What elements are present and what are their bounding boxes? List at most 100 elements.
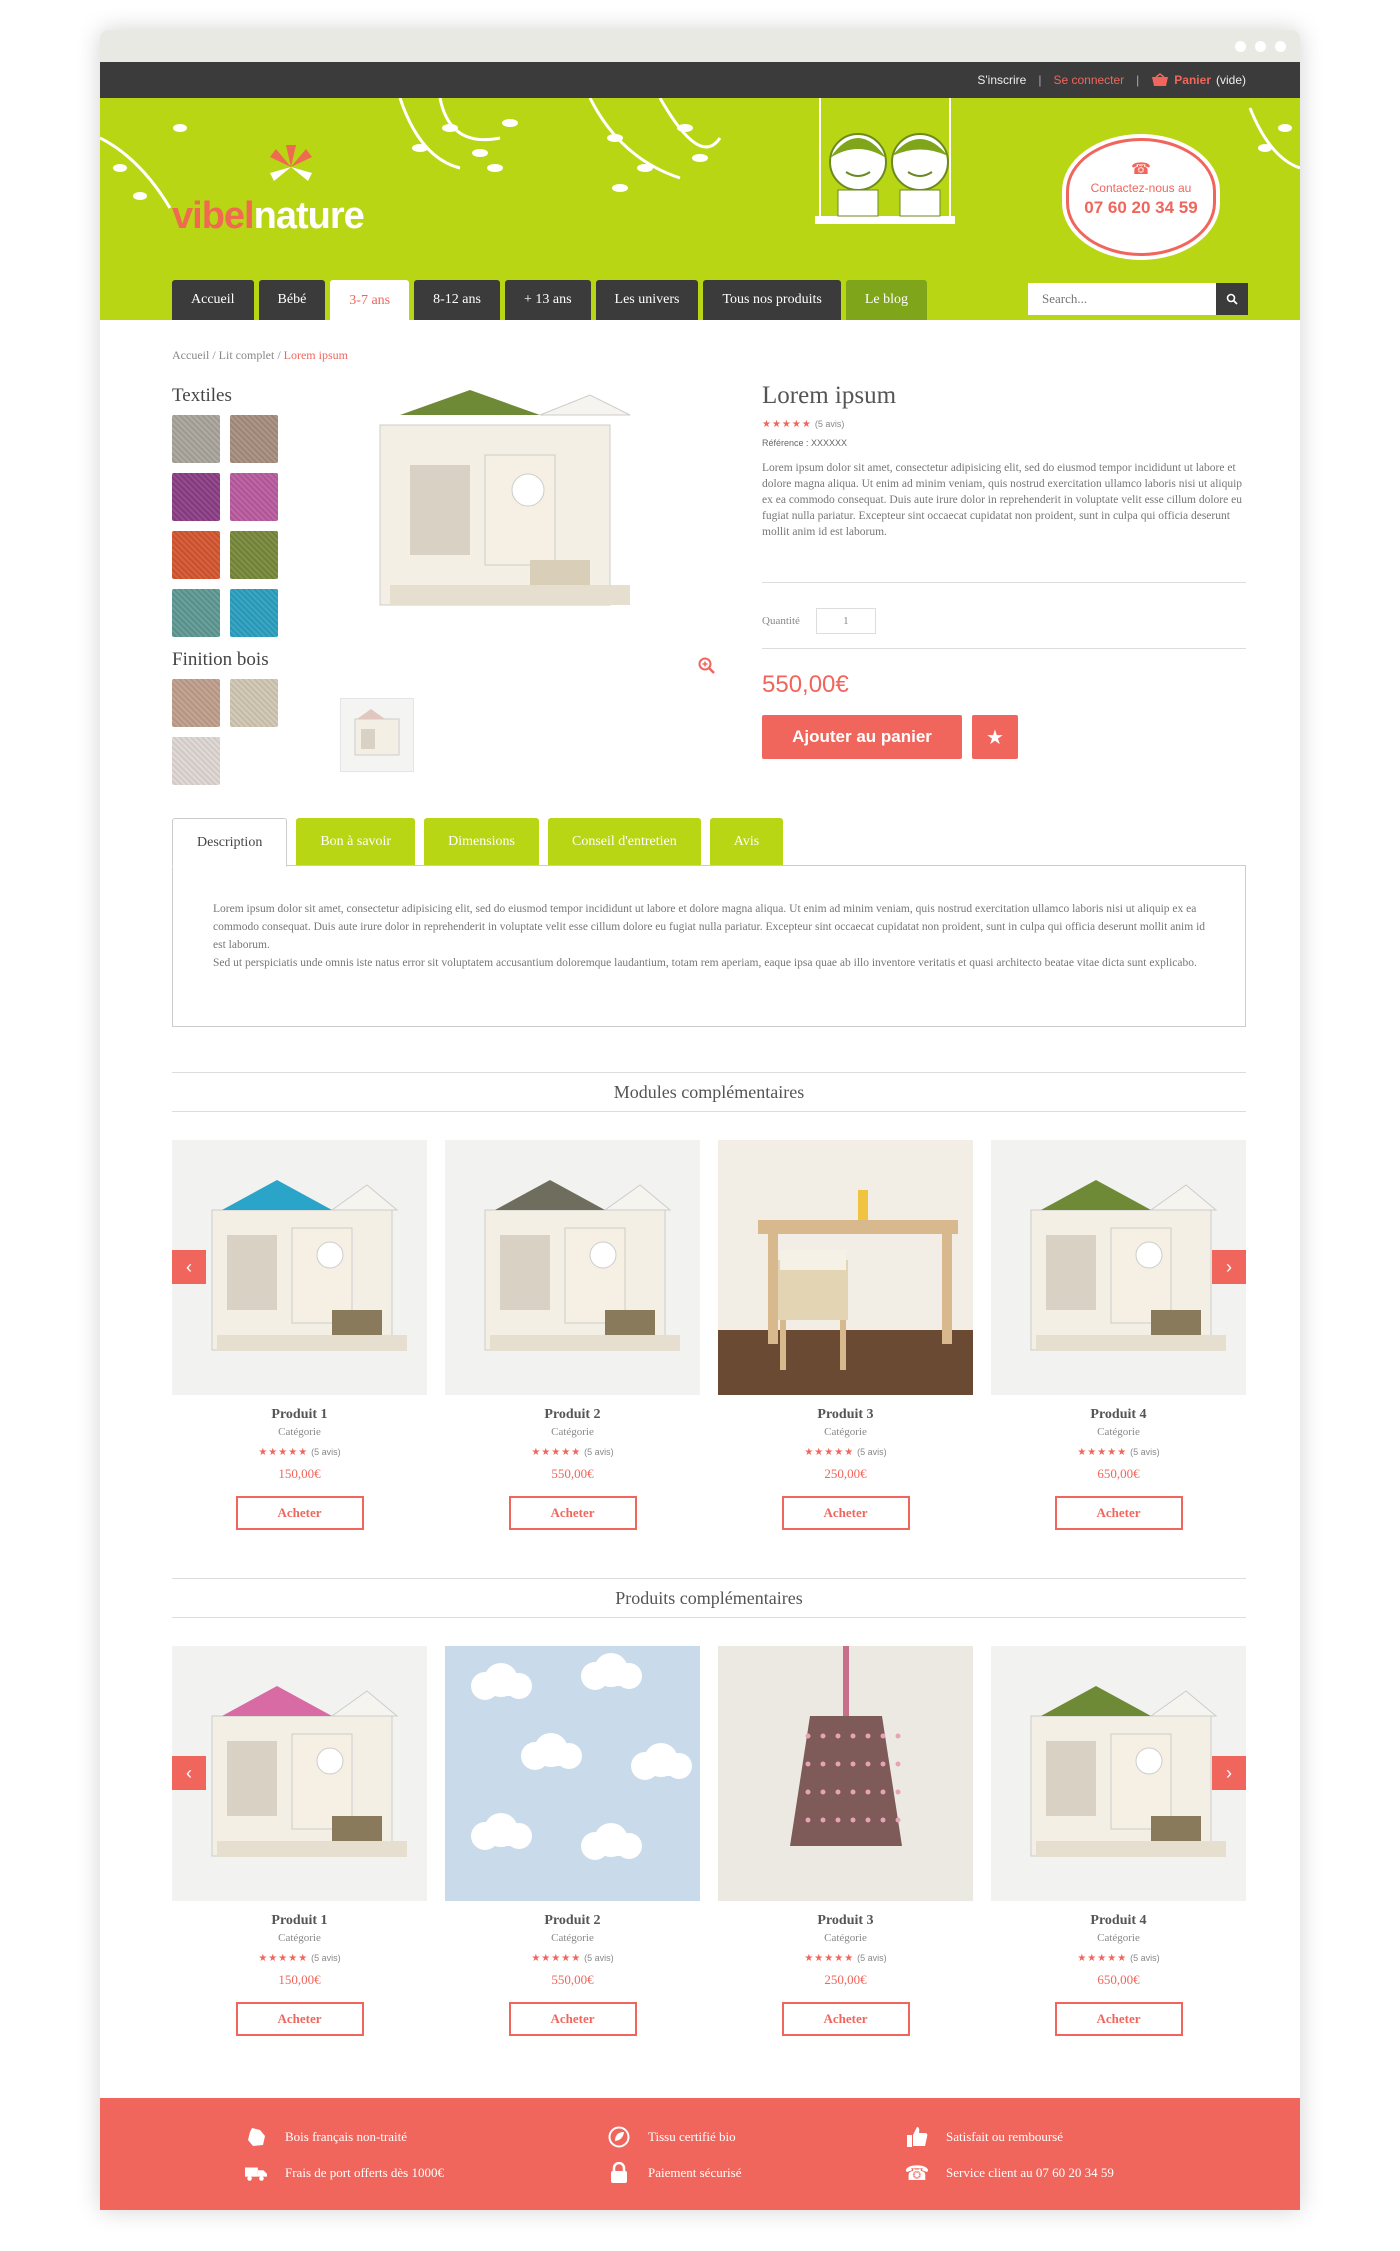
textile-swatch[interactable] — [230, 589, 278, 637]
rating-stars: ★★★★★ — [258, 1953, 309, 1964]
nav-item[interactable]: Accueil — [172, 280, 254, 320]
wood-swatch[interactable] — [172, 679, 220, 727]
product-category: Catégorie — [824, 1932, 867, 1944]
rating-stars: ★★★★★ — [804, 1953, 855, 1964]
buy-button[interactable]: Acheter — [781, 1496, 910, 1530]
product-card: Produit 4 Catégorie ★★★★★ (5 avis) 650,00€ Ac… — [991, 1646, 1246, 2036]
product-image[interactable] — [445, 1646, 700, 1901]
product-image[interactable] — [172, 1140, 427, 1395]
breadcrumb-link[interactable]: Accueil — [172, 348, 209, 362]
carousel-prev-button[interactable]: ‹ — [172, 1756, 206, 1790]
product-image[interactable] — [172, 1646, 427, 1901]
product-price: 650,00€ — [1097, 1466, 1140, 1481]
favorite-button[interactable]: ★ — [972, 715, 1018, 759]
product-name[interactable]: Produit 1 — [172, 1407, 427, 1423]
site-logo[interactable]: vibelnature — [172, 143, 412, 243]
rating-stars: ★★★★★ — [531, 1953, 582, 1964]
product-info: Lorem ipsum ★★★★★ (5 avis) Référence : XX… — [762, 382, 1246, 759]
product-image[interactable] — [718, 1140, 973, 1395]
tab-2[interactable]: Dimensions — [424, 818, 539, 866]
wood-swatch[interactable] — [230, 679, 278, 727]
product-image[interactable] — [991, 1646, 1246, 1901]
product-price: 550,00€ — [551, 1466, 594, 1481]
zoom-icon[interactable] — [698, 657, 716, 675]
product-image[interactable] — [718, 1646, 973, 1901]
nav-item[interactable]: 3-7 ans — [330, 280, 410, 321]
product-tabs: Description Bon à savoir Dimensions Conseil… — [172, 818, 784, 867]
product-name[interactable]: Produit 2 — [445, 1913, 700, 1929]
textile-swatch[interactable] — [230, 531, 278, 579]
buy-button[interactable]: Acheter — [235, 1496, 364, 1530]
product-card: Produit 3 Catégorie ★★★★★ (5 avis) 250,00€ Ac… — [718, 1140, 973, 1530]
chevron-left-icon: ‹ — [186, 1763, 192, 1783]
tab-1[interactable]: Bon à savoir — [296, 818, 416, 866]
rating-stars: ★★★★★ — [1077, 1953, 1128, 1964]
contact-badge[interactable]: ☎ Contactez-nous au 07 60 20 34 59 — [1066, 138, 1216, 256]
footer-item: Bois français non-traité — [245, 2126, 407, 2148]
window-chrome — [100, 30, 1300, 62]
nav-item[interactable]: Le blog — [845, 280, 927, 320]
product-name[interactable]: Produit 2 — [445, 1407, 700, 1423]
product-name[interactable]: Produit 1 — [172, 1913, 427, 1929]
product-name[interactable]: Produit 3 — [718, 1407, 973, 1423]
search-input[interactable] — [1028, 283, 1216, 315]
breadcrumb-current: Lorem ipsum — [283, 348, 348, 362]
search-button[interactable] — [1216, 283, 1248, 315]
product-category: Catégorie — [551, 1932, 594, 1944]
options-sidebar: Textiles Finition bois — [172, 385, 312, 797]
nav-item[interactable]: Tous nos produits — [703, 280, 841, 320]
carousel-next-button[interactable]: › — [1212, 1756, 1246, 1790]
review-count[interactable]: (5 avis) — [815, 419, 845, 429]
tab-4[interactable]: Avis — [709, 818, 784, 866]
signup-link[interactable]: S'inscrire — [977, 73, 1026, 87]
buy-button[interactable]: Acheter — [781, 2002, 910, 2036]
window-dot[interactable] — [1235, 41, 1246, 52]
nav-item[interactable]: Bébé — [258, 280, 326, 320]
login-link[interactable]: Se connecter — [1053, 73, 1124, 87]
nav-item[interactable]: Les univers — [595, 280, 699, 320]
tab-panel: Lorem ipsum dolor sit amet, consectetur … — [172, 865, 1246, 1027]
carousel-prev-button[interactable]: ‹ — [172, 1250, 206, 1284]
product-image[interactable] — [445, 1140, 700, 1395]
textile-swatch[interactable] — [230, 473, 278, 521]
site-footer: Bois français non-traité Frais de port o… — [100, 2098, 1300, 2210]
product-thumbnail[interactable] — [340, 698, 414, 772]
buy-button[interactable]: Acheter — [1054, 1496, 1183, 1530]
add-to-cart-button[interactable]: Ajouter au panier — [762, 715, 962, 759]
carousel-next-button[interactable]: › — [1212, 1250, 1246, 1284]
product-name[interactable]: Produit 3 — [718, 1913, 973, 1929]
textile-swatch[interactable] — [172, 589, 220, 637]
textile-swatch[interactable] — [230, 415, 278, 463]
product-price: 550,00€ — [762, 671, 849, 698]
review-count: (5 avis) — [1130, 1953, 1160, 1963]
window-dot[interactable] — [1255, 41, 1266, 52]
quantity-input[interactable] — [815, 608, 876, 634]
buy-button[interactable]: Acheter — [508, 1496, 637, 1530]
phone-icon: ☎ — [1131, 161, 1151, 178]
product-image[interactable] — [991, 1140, 1246, 1395]
product-name[interactable]: Produit 4 — [991, 1913, 1246, 1929]
product-name[interactable]: Produit 4 — [991, 1407, 1246, 1423]
textile-swatch[interactable] — [172, 415, 220, 463]
textile-swatches — [172, 415, 312, 637]
tab-0[interactable]: Description — [172, 818, 288, 867]
thumbs-up-icon — [906, 2126, 928, 2148]
chevron-left-icon: ‹ — [186, 1257, 192, 1277]
cart-link[interactable]: Panier (vide) — [1151, 73, 1246, 87]
truck-icon — [245, 2162, 267, 2184]
product-category: Catégorie — [278, 1426, 321, 1438]
textile-swatch[interactable] — [172, 531, 220, 579]
wood-swatch[interactable] — [172, 737, 220, 785]
buy-button[interactable]: Acheter — [235, 2002, 364, 2036]
window-dot[interactable] — [1275, 41, 1286, 52]
buy-button[interactable]: Acheter — [508, 2002, 637, 2036]
tab-3[interactable]: Conseil d'entretien — [547, 818, 701, 866]
textile-swatch[interactable] — [172, 473, 220, 521]
footer-item: Tissu certifié bio — [608, 2126, 736, 2148]
nav-item[interactable]: + 13 ans — [504, 280, 591, 320]
buy-button[interactable]: Acheter — [1054, 2002, 1183, 2036]
nav-item[interactable]: 8-12 ans — [414, 280, 500, 320]
breadcrumb-link[interactable]: Lit complet — [219, 348, 275, 362]
product-main-image[interactable] — [340, 385, 728, 685]
product-price: 250,00€ — [824, 1466, 867, 1481]
